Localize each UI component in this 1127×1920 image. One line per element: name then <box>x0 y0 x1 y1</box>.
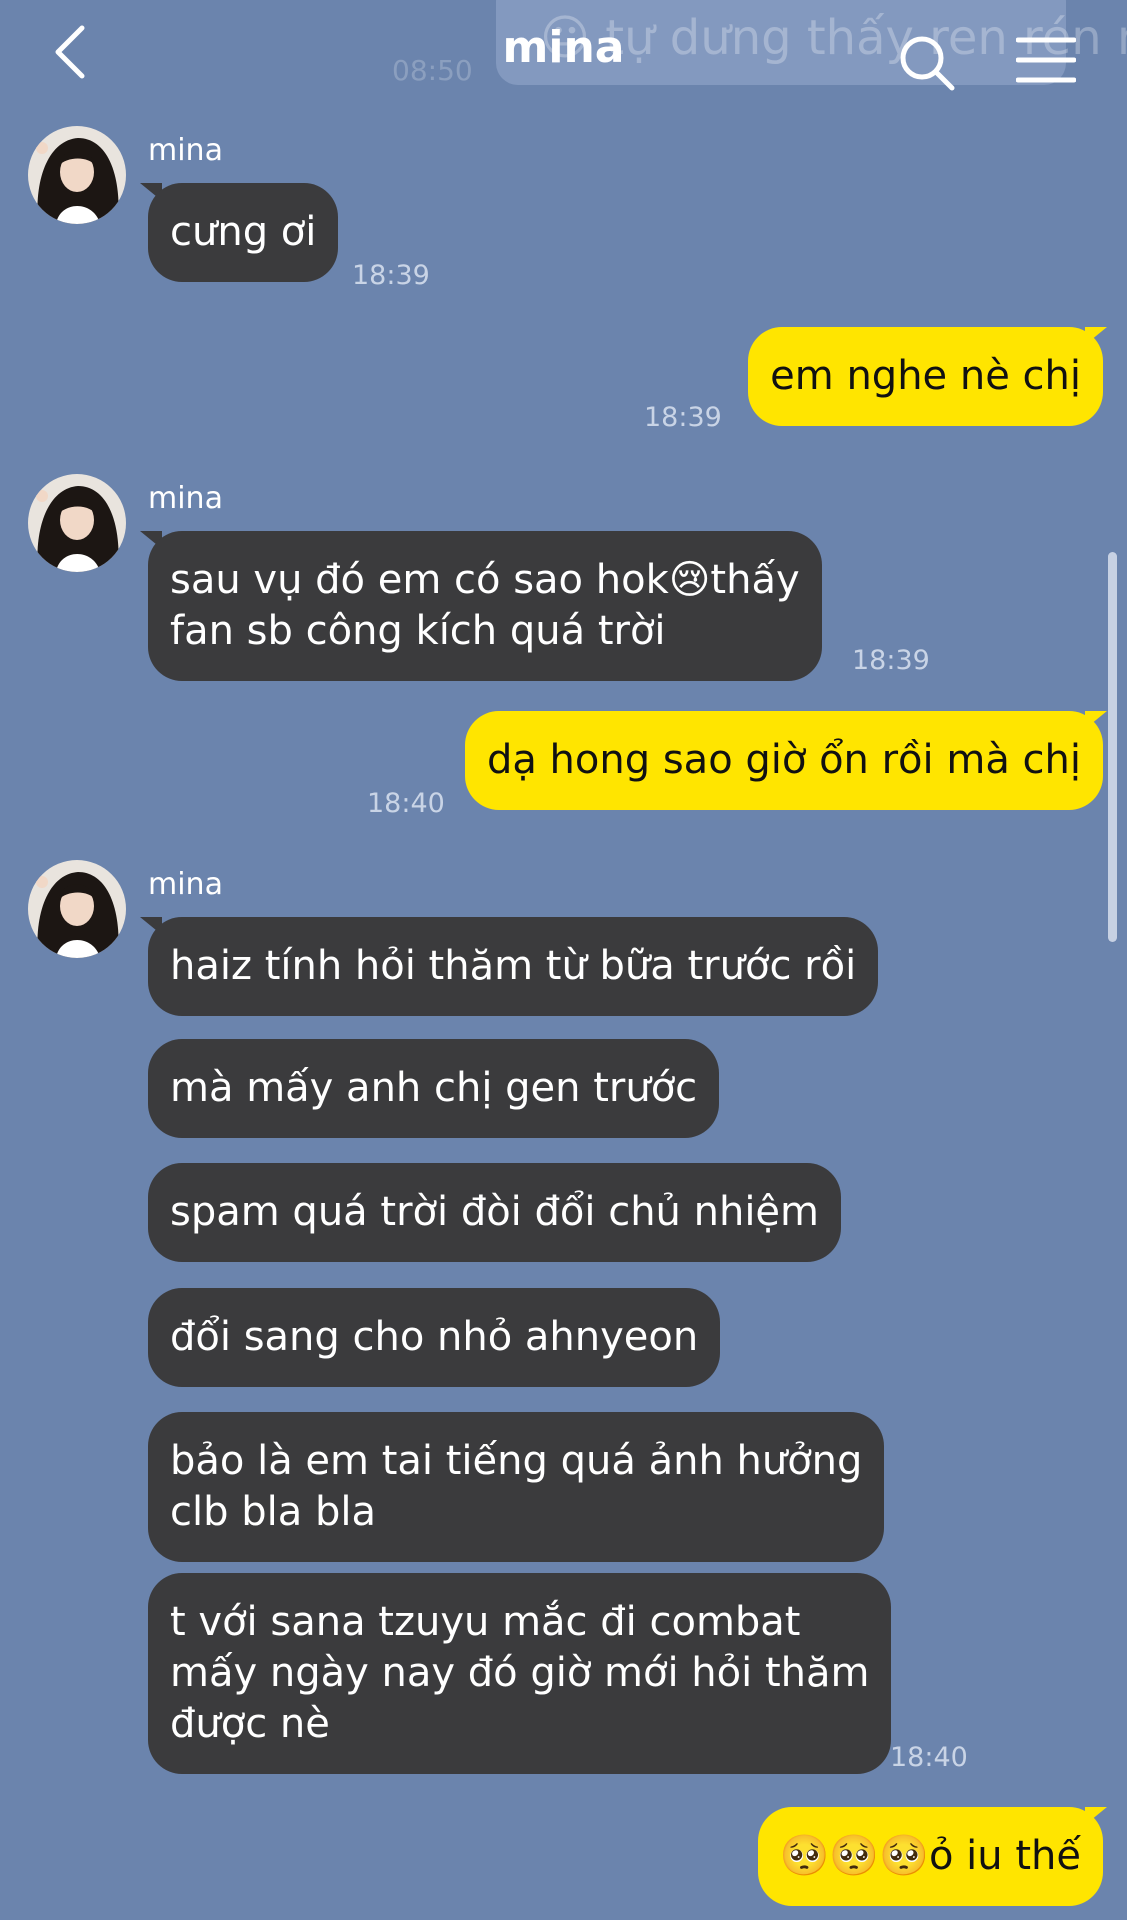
chat-header: 😐 tự dưng thấy ren rén nha 08:50 mina <box>0 0 1127 110</box>
message-time: 18:39 <box>644 402 722 433</box>
message-bubble-incoming[interactable]: t với sana tzuyu mắc đi combat mấy ngày … <box>148 1573 892 1774</box>
message-bubble-incoming[interactable]: bảo là em tai tiếng quá ảnh hưởng clb bl… <box>148 1412 885 1562</box>
message-bubble-incoming[interactable]: haiz tính hỏi thăm từ bữa trước rồi <box>148 917 879 1016</box>
message-time: 18:39 <box>352 260 430 291</box>
message-bubble-incoming[interactable]: mà mấy anh chị gen trước <box>148 1039 720 1138</box>
search-icon[interactable] <box>898 34 956 92</box>
chat-title: mina <box>502 22 625 73</box>
message-time: 18:39 <box>852 645 930 676</box>
avatar[interactable] <box>28 860 126 958</box>
message-bubble-outgoing[interactable]: em nghe nè chị <box>748 327 1103 426</box>
avatar[interactable] <box>28 126 126 224</box>
message-bubble-incoming[interactable]: đổi sang cho nhỏ ahnyeon <box>148 1288 721 1387</box>
message-bubble-incoming[interactable]: sau vụ đó em có sao hok😢thấy fan sb công… <box>148 531 822 681</box>
message-time: 18:40 <box>367 788 445 819</box>
message-bubble-outgoing[interactable]: 🥺🥺🥺ỏ iu thế <box>757 1807 1103 1906</box>
message-bubble-incoming[interactable]: cưng ơi <box>148 183 339 282</box>
message-bubble-incoming[interactable]: spam quá trời đòi đổi chủ nhiệm <box>148 1163 842 1262</box>
message-time: 18:40 <box>890 1742 968 1773</box>
sender-name: mina <box>148 133 223 168</box>
sender-name: mina <box>148 867 223 902</box>
avatar[interactable] <box>28 474 126 572</box>
scrollbar[interactable] <box>1108 552 1117 942</box>
sender-name: mina <box>148 481 223 516</box>
hamburger-menu-icon[interactable] <box>1016 36 1076 84</box>
message-bubble-outgoing[interactable]: dạ hong sao giờ ổn rồi mà chị <box>464 711 1103 810</box>
